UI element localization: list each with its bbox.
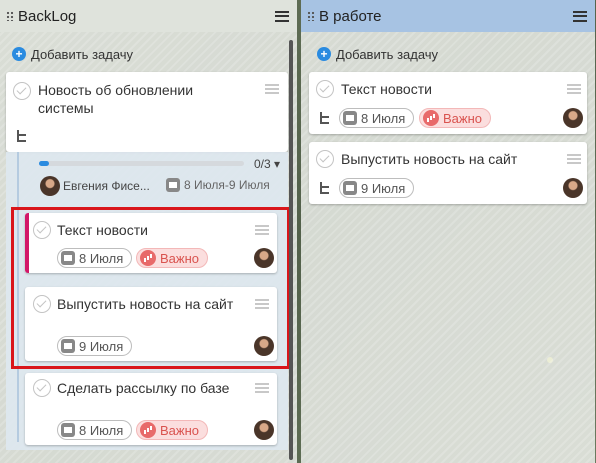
due-date-text: 8 Июля — [361, 110, 406, 126]
add-task-label: Добавить задачу — [336, 46, 439, 62]
subtasks-icon[interactable] — [17, 130, 29, 142]
subtasks-icon[interactable] — [320, 112, 332, 124]
date-range: 8 Июля-9 Июля — [166, 178, 270, 192]
card-title: Новость об обновлении системы — [38, 81, 253, 117]
drag-handle-icon[interactable] — [307, 11, 315, 21]
card-title: Выпустить новость на сайт — [341, 151, 518, 167]
progress-fill — [39, 161, 50, 166]
card-menu-icon[interactable] — [255, 383, 269, 393]
priority-bars-icon — [140, 422, 156, 438]
avatar — [563, 178, 583, 198]
card-menu-icon[interactable] — [567, 84, 581, 94]
plus-icon: + — [317, 47, 331, 61]
card-title-line: системы — [38, 100, 94, 116]
card-title: Текст новости — [341, 81, 432, 97]
priority-badge[interactable]: Важно — [419, 108, 492, 128]
add-task-button[interactable]: + Добавить задачу — [12, 44, 133, 64]
subtask-card[interactable]: Сделать рассылку по базе 8 Июля Важно — [25, 373, 277, 445]
calendar-icon — [343, 181, 357, 195]
due-date-text: 9 Июля — [361, 180, 406, 196]
assignee-name: Евгения Фисе... — [63, 179, 150, 193]
add-task-label: Добавить задачу — [31, 46, 134, 62]
due-date-badge[interactable]: 9 Июля — [339, 178, 415, 198]
calendar-icon — [166, 178, 180, 192]
calendar-icon — [343, 111, 357, 125]
complete-checkbox[interactable] — [316, 150, 334, 168]
due-date-badge[interactable]: 8 Июля — [57, 420, 133, 440]
column-scrollbar[interactable] — [289, 40, 293, 460]
task-card[interactable]: Текст новости 8 Июля Важно — [309, 72, 587, 134]
progress-count[interactable]: 0/3 ▾ — [254, 157, 280, 171]
subtasks-icon[interactable] — [320, 182, 332, 194]
task-card-parent[interactable]: Новость об обновлении системы — [6, 72, 288, 152]
card-menu-icon[interactable] — [265, 84, 279, 94]
priority-badge[interactable]: Важно — [136, 420, 209, 440]
task-card[interactable]: Выпустить новость на сайт 9 Июля — [309, 142, 587, 204]
column-title: В работе — [319, 7, 382, 25]
card-menu-icon[interactable] — [567, 154, 581, 164]
selection-highlight — [11, 207, 290, 369]
column-in-progress: В работе + Добавить задачу Текст новости… — [301, 0, 595, 463]
due-date-badge[interactable]: 8 Июля — [339, 108, 415, 128]
drag-handle-icon[interactable] — [6, 11, 14, 21]
avatar — [40, 176, 60, 196]
progress-count-text: 0/3 — [254, 157, 271, 171]
calendar-icon — [61, 423, 75, 437]
column-menu-icon[interactable] — [573, 10, 587, 22]
column-menu-icon[interactable] — [275, 10, 289, 22]
complete-checkbox[interactable] — [33, 379, 51, 397]
card-title-line: Новость об обновлении — [38, 82, 194, 98]
priority-text: Важно — [160, 422, 200, 438]
plus-icon: + — [12, 47, 26, 61]
due-date-text: 8 Июля — [79, 422, 124, 438]
complete-checkbox[interactable] — [13, 82, 31, 100]
progress-bar — [39, 161, 244, 166]
priority-text: Важно — [443, 110, 483, 126]
complete-checkbox[interactable] — [316, 80, 334, 98]
column-header: BackLog — [0, 0, 297, 32]
card-title: Сделать рассылку по базе — [57, 380, 230, 396]
column-backlog: BackLog + Добавить задачу Новость об обн… — [0, 0, 297, 463]
add-task-button[interactable]: + Добавить задачу — [317, 44, 438, 64]
avatar — [254, 420, 274, 440]
priority-bars-icon — [423, 110, 439, 126]
column-header: В работе — [301, 0, 595, 32]
column-title: BackLog — [18, 7, 77, 25]
avatar — [563, 108, 583, 128]
date-range-text: 8 Июля-9 Июля — [184, 178, 270, 192]
